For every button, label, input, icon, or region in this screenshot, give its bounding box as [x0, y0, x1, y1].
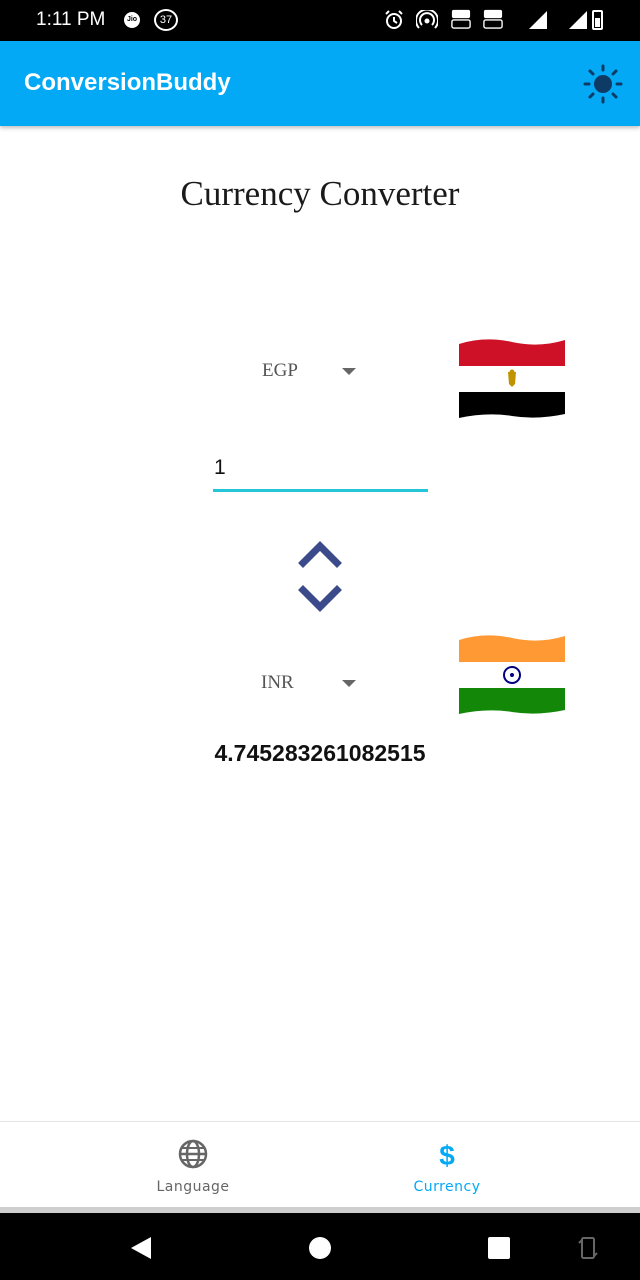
from-currency-code: EGP — [262, 360, 298, 381]
dropdown-arrow-icon — [342, 368, 356, 375]
globe-icon — [178, 1139, 208, 1169]
status-bar: 1:11 PM Jio 37 — [0, 0, 640, 41]
to-currency-code: INR — [261, 672, 294, 693]
dollar-icon: $ — [439, 1140, 455, 1170]
amount-input[interactable] — [213, 446, 428, 492]
battery-icon — [592, 10, 603, 30]
rotate-icon[interactable] — [573, 1233, 603, 1263]
app-bar: ConversionBuddy — [0, 41, 640, 126]
system-navigation-bar — [0, 1213, 640, 1280]
volte-icon — [451, 9, 471, 29]
home-icon[interactable] — [305, 1233, 335, 1263]
chevron-down-icon[interactable] — [298, 582, 342, 616]
india-flag-icon — [459, 635, 565, 714]
app-title: ConversionBuddy — [24, 69, 231, 96]
bottom-navigation: Language $ Currency — [0, 1121, 640, 1209]
signal-strength-icon — [529, 11, 547, 29]
to-currency-dropdown[interactable]: INR — [261, 664, 356, 704]
hotspot-icon — [416, 10, 438, 29]
signal-strength-icon — [569, 11, 587, 29]
svg-text:$: $ — [439, 1140, 455, 1170]
notification-count-badge: 37 — [154, 9, 178, 31]
sun-icon[interactable] — [583, 64, 623, 104]
chevron-up-icon[interactable] — [298, 536, 342, 570]
nav-item-currency[interactable]: $ Currency — [287, 1122, 607, 1210]
egypt-flag-icon — [459, 339, 565, 418]
volte-icon — [483, 9, 503, 29]
nav-label-currency: Currency — [413, 1179, 481, 1195]
conversion-result: 4.745283261082515 — [214, 740, 426, 766]
alarm-icon — [385, 10, 403, 29]
screen: 1:11 PM Jio 37 ConversionBuddy Currency … — [0, 0, 640, 1280]
status-time: 1:11 PM — [36, 9, 106, 30]
dropdown-arrow-icon — [342, 680, 356, 687]
from-currency-dropdown[interactable]: EGP — [262, 352, 356, 392]
back-icon[interactable] — [127, 1233, 157, 1263]
jio-carrier-icon: Jio — [124, 12, 140, 28]
page-title: Currency Converter — [180, 174, 460, 213]
recents-icon[interactable] — [484, 1233, 514, 1263]
